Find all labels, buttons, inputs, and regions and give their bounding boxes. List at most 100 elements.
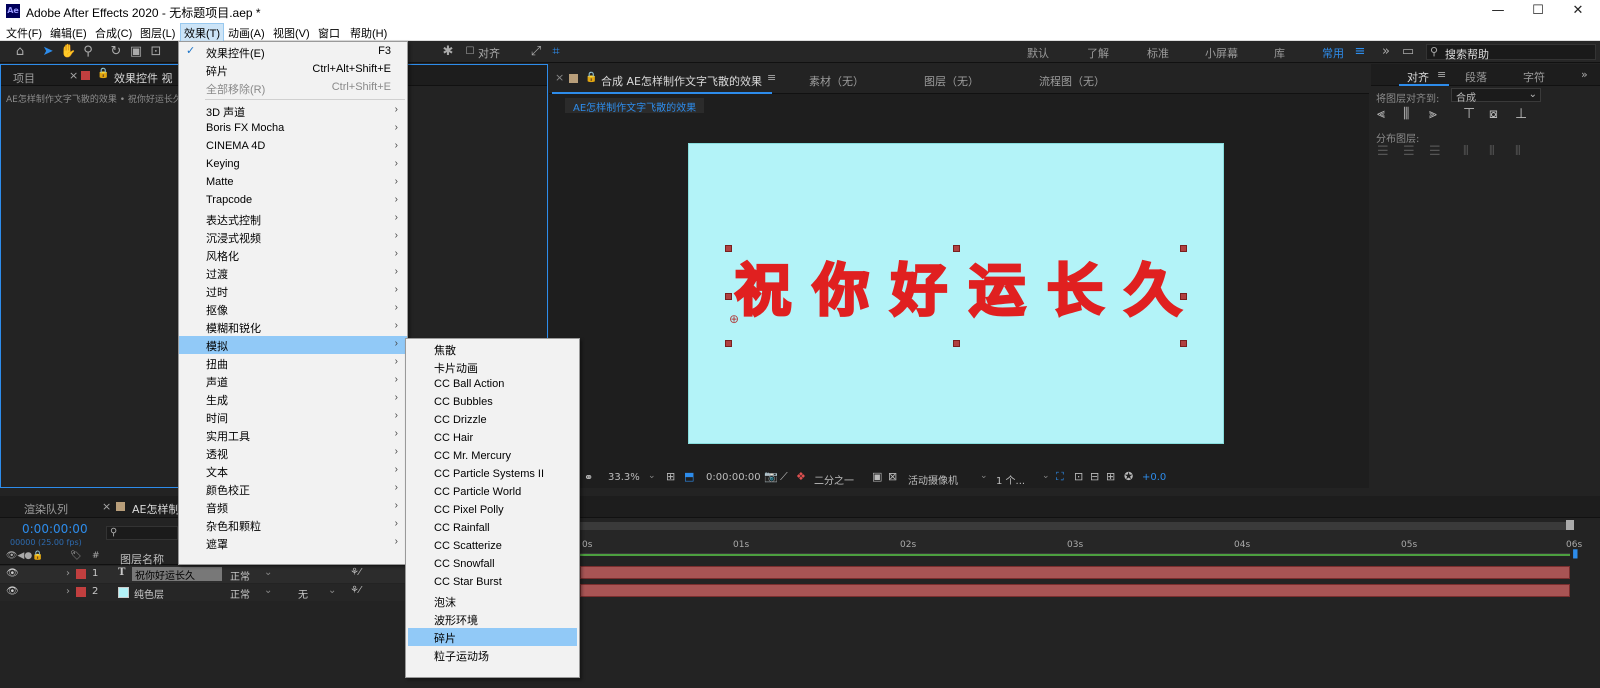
- menu-item-perspective[interactable]: 透视 ›: [179, 444, 407, 462]
- menu-item-obsolete[interactable]: 过时 ›: [179, 282, 407, 300]
- minimize-button[interactable]: —: [1478, 2, 1518, 20]
- menu-effect[interactable]: 效果(T): [180, 23, 225, 43]
- menu-item-channel[interactable]: 声道 ›: [179, 372, 407, 390]
- rotate-tool-icon[interactable]: ↻: [108, 44, 124, 60]
- more-workspaces-icon[interactable]: »: [1378, 44, 1394, 60]
- tab-flowchart[interactable]: 流程图（无）: [1039, 73, 1105, 89]
- track-matte-select[interactable]: 无: [298, 586, 308, 601]
- distribute-left-icon[interactable]: ⦀: [1463, 144, 1469, 159]
- workspace-libraries[interactable]: 库: [1274, 45, 1285, 61]
- align-checkbox-icon[interactable]: ☐: [462, 44, 478, 60]
- submenu-item-cc-star-burst[interactable]: CC Star Burst: [406, 574, 579, 592]
- timeline-icon[interactable]: ⊟: [1090, 470, 1099, 483]
- submenu-item-card-dance[interactable]: 卡片动画: [406, 358, 579, 376]
- visibility-eye-icon[interactable]: 👁: [6, 568, 19, 579]
- close-tab-icon[interactable]: ×: [555, 71, 564, 84]
- submenu-item-cc-ball-action[interactable]: CC Ball Action: [406, 376, 579, 394]
- blend-mode-select[interactable]: 正常: [230, 568, 250, 583]
- pan-behind-tool-icon[interactable]: ⊡: [148, 44, 164, 60]
- tab-effect-controls[interactable]: 效果控件 视: [114, 70, 173, 86]
- expand-chevron-icon[interactable]: ›: [66, 568, 70, 579]
- timeline-timecode[interactable]: 0:00:00:00: [22, 522, 88, 536]
- comp-navigator-chip[interactable]: AE怎样制作文字飞散的效果: [565, 98, 705, 114]
- lock-icon[interactable]: 🔒: [97, 68, 109, 79]
- channels-icon[interactable]: ❖: [796, 470, 806, 483]
- hand-tool-icon[interactable]: ✋: [60, 44, 76, 60]
- layer-duration-bar[interactable]: [580, 566, 1570, 579]
- menu-item-cinema4d[interactable]: CINEMA 4D ›: [179, 138, 407, 156]
- distribute-right-icon[interactable]: ⦀: [1515, 144, 1521, 159]
- menu-item-3d-channel[interactable]: 3D 声道 ›: [179, 102, 407, 120]
- submenu-item-cc-hair[interactable]: CC Hair: [406, 430, 579, 448]
- menu-item-time[interactable]: 时间 ›: [179, 408, 407, 426]
- close-tab-icon[interactable]: ×: [69, 69, 78, 82]
- menu-item-blur-sharpen[interactable]: 模糊和锐化 ›: [179, 318, 407, 336]
- tab-align[interactable]: 对齐: [1407, 69, 1429, 85]
- workspace-small-screen[interactable]: 小屏幕: [1205, 45, 1238, 61]
- menu-item-utility[interactable]: 实用工具 ›: [179, 426, 407, 444]
- camera-tool-icon[interactable]: ▣: [128, 44, 144, 60]
- current-time-readout[interactable]: 0:00:00:00: [706, 472, 761, 483]
- menu-item-last-effect[interactable]: 碎片 Ctrl+Alt+Shift+E: [179, 61, 407, 79]
- menu-item-keying[interactable]: Keying ›: [179, 156, 407, 174]
- submenu-item-cc-drizzle[interactable]: CC Drizzle: [406, 412, 579, 430]
- sync-settings-icon[interactable]: ▭: [1400, 44, 1416, 60]
- menu-view[interactable]: 视图(V): [273, 25, 310, 41]
- align-right-icon[interactable]: ⫸: [1429, 106, 1437, 122]
- align-left-icon[interactable]: ⫷: [1377, 106, 1385, 122]
- switches-icon[interactable]: ⚘⁄: [350, 585, 361, 596]
- layer-label-color[interactable]: [76, 569, 86, 579]
- chevron-down-icon[interactable]: ⌄: [980, 471, 988, 481]
- zoom-level[interactable]: 33.3%: [608, 472, 640, 483]
- menu-help[interactable]: 帮助(H): [350, 25, 387, 41]
- tab-project[interactable]: 项目: [13, 70, 35, 86]
- align-vertical-center-icon[interactable]: ⧇: [1489, 106, 1498, 122]
- tab-paragraph[interactable]: 段落: [1465, 69, 1487, 85]
- view-layout-select[interactable]: 1 个...: [996, 472, 1025, 487]
- switches-icon[interactable]: ⚘⁄: [350, 567, 361, 578]
- composition-canvas[interactable]: 祝 你 好 运 长 久 ⊕: [688, 143, 1224, 444]
- transform-handle[interactable]: [725, 245, 732, 252]
- workspace-standard[interactable]: 标准: [1147, 45, 1169, 61]
- submenu-item-cc-particle-world[interactable]: CC Particle World: [406, 484, 579, 502]
- menu-composition[interactable]: 合成(C): [95, 25, 132, 41]
- tab-layer[interactable]: 图层（无）: [924, 73, 979, 89]
- layer-name[interactable]: 纯色层: [134, 586, 164, 601]
- menu-item-expression-controls[interactable]: 表达式控制 ›: [179, 210, 407, 228]
- transform-handle[interactable]: [953, 340, 960, 347]
- maximize-button[interactable]: ☐: [1518, 2, 1558, 20]
- transparency-grid-icon[interactable]: ⊠: [888, 470, 897, 483]
- chevron-down-icon[interactable]: ⌄: [1042, 471, 1050, 481]
- menu-file[interactable]: 文件(F): [6, 25, 42, 41]
- close-button[interactable]: ✕: [1558, 2, 1598, 20]
- snapshot-icon[interactable]: 📷: [764, 470, 778, 483]
- layer-name-header[interactable]: 图层名称: [120, 551, 164, 567]
- menu-item-remove-all[interactable]: 全部移除(R) Ctrl+Shift+E: [179, 79, 407, 97]
- visibility-eye-icon[interactable]: 👁: [6, 586, 19, 597]
- chevron-down-icon[interactable]: ⌄: [328, 585, 336, 596]
- submenu-item-cc-particle-systems[interactable]: CC Particle Systems II: [406, 466, 579, 484]
- workspace-default[interactable]: 默认: [1027, 45, 1049, 61]
- menu-item-color-correction[interactable]: 颜色校正 ›: [179, 480, 407, 498]
- snap-options-icon[interactable]: ⌗: [548, 44, 564, 60]
- chevron-down-icon[interactable]: ⌄: [648, 471, 656, 481]
- snap-icon[interactable]: ⤢: [528, 44, 544, 60]
- submenu-item-cc-snowfall[interactable]: CC Snowfall: [406, 556, 579, 574]
- submenu-item-cc-pixel-polly[interactable]: CC Pixel Polly: [406, 502, 579, 520]
- menu-layer[interactable]: 图层(L): [140, 25, 175, 41]
- align-top-icon[interactable]: ⊤: [1463, 106, 1475, 122]
- selection-tool-icon[interactable]: ➤: [40, 44, 56, 60]
- menu-edit[interactable]: 编辑(E): [50, 25, 87, 41]
- panel-menu-icon[interactable]: ≡: [1437, 68, 1446, 81]
- distribute-top-icon[interactable]: ☰: [1377, 144, 1389, 159]
- submenu-item-particle-playground[interactable]: 粒子运动场: [406, 646, 579, 664]
- menu-item-stylize[interactable]: 风格化 ›: [179, 246, 407, 264]
- reset-exposure-icon[interactable]: ✪: [1124, 470, 1133, 483]
- layer-search-field[interactable]: ⚲: [106, 526, 178, 540]
- work-area-end-handle[interactable]: [1566, 520, 1574, 530]
- transform-handle[interactable]: [953, 245, 960, 252]
- align-to-select[interactable]: 合成 ⌄: [1451, 88, 1541, 104]
- menu-item-noise-grain[interactable]: 杂色和颗粒 ›: [179, 516, 407, 534]
- safe-zones-icon[interactable]: ⊞: [666, 470, 675, 483]
- resolution-select[interactable]: 二分之一: [814, 472, 854, 487]
